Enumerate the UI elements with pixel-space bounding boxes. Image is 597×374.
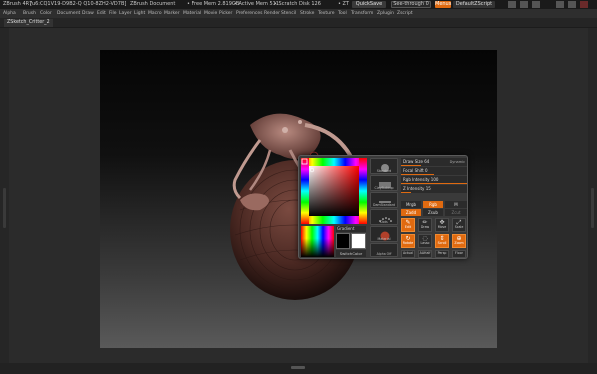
move-icon: ✥ bbox=[439, 219, 445, 226]
stroke-dots[interactable]: Dots bbox=[370, 209, 398, 225]
free-mem: • Free Mem 2.819GB bbox=[187, 1, 240, 7]
layout-icon[interactable] bbox=[520, 1, 528, 8]
scratch-disk: • Scratch Disk 126 bbox=[274, 1, 321, 7]
maximize-icon[interactable] bbox=[568, 1, 576, 8]
menu-zscript[interactable]: Zscript bbox=[397, 9, 413, 18]
main-color-swatch[interactable] bbox=[336, 233, 350, 249]
rotate-icon: ↻ bbox=[405, 235, 411, 242]
lasso-icon: ◌ bbox=[422, 235, 428, 242]
help-icon[interactable] bbox=[508, 1, 516, 8]
menu-picker[interactable]: Picker bbox=[219, 9, 232, 18]
app-title: ZBrush 4R7 bbox=[3, 1, 33, 7]
menu-render[interactable]: Render bbox=[264, 9, 280, 18]
scale-icon: ⤢ bbox=[456, 219, 462, 226]
active-mem: • Active Mem 511 bbox=[234, 1, 279, 7]
left-shelf-grip[interactable] bbox=[3, 188, 6, 228]
rgb-intensity-fill bbox=[401, 182, 467, 184]
persp-button[interactable]: Persp bbox=[435, 250, 449, 258]
brush-column: Standard ClayBuildup DamStandard Dots Ma… bbox=[369, 158, 399, 258]
brush-claybuildup[interactable]: ClayBuildup bbox=[370, 175, 398, 191]
rotate-button[interactable]: ↻ Rotate bbox=[401, 234, 415, 248]
zcut-toggle[interactable]: Zcut bbox=[445, 209, 467, 216]
menu-material[interactable]: Material bbox=[183, 9, 201, 18]
right-shelf-grip[interactable] bbox=[591, 188, 594, 228]
tab-active-tool[interactable]: ZSketch_Critter_2 bbox=[4, 19, 53, 27]
menus-button[interactable]: Menus bbox=[435, 1, 451, 8]
color-picker[interactable] bbox=[301, 158, 367, 224]
draw-size-fill bbox=[401, 164, 421, 166]
scroll-icon: ⇕ bbox=[439, 235, 445, 242]
menu-draw[interactable]: Draw bbox=[82, 9, 94, 18]
zsub-toggle[interactable]: Zsub bbox=[423, 209, 443, 216]
menu-movie[interactable]: Movie bbox=[204, 9, 217, 18]
mrgb-toggle[interactable]: Mrgb bbox=[401, 201, 421, 208]
tool-tab-bar: ZSketch_Critter_2 bbox=[0, 18, 597, 28]
menu-texture[interactable]: Texture bbox=[318, 9, 334, 18]
brush-damstandard[interactable]: DamStandard bbox=[370, 192, 398, 208]
menu-marker[interactable]: Marker bbox=[164, 9, 180, 18]
right-shelf bbox=[588, 28, 597, 374]
menu-stroke[interactable]: Stroke bbox=[300, 9, 314, 18]
draw-icon: ✏ bbox=[422, 219, 428, 226]
gradient-label[interactable]: Gradient bbox=[336, 226, 366, 232]
default-zscript-button[interactable]: DefaultZScript bbox=[453, 1, 495, 8]
alpha-off[interactable]: Alpha Off bbox=[370, 243, 398, 257]
menu-document[interactable]: Document bbox=[57, 9, 80, 18]
z-intensity-slider[interactable]: Z Intensity 15 bbox=[401, 185, 467, 193]
see-through-slider[interactable]: See-through 0 bbox=[391, 1, 431, 8]
menu-color[interactable]: Color bbox=[40, 9, 52, 18]
minimize-icon[interactable] bbox=[556, 1, 564, 8]
close-icon[interactable] bbox=[580, 1, 588, 8]
theme-icon[interactable] bbox=[532, 1, 540, 8]
material-swatch[interactable]: Material bbox=[370, 226, 398, 242]
zoom-icon: ⊕ bbox=[456, 235, 462, 242]
license-code: [u6:CQ1V19-D9B2-Q Q10-8ZH2-VD7B] bbox=[30, 1, 127, 7]
lasso-button[interactable]: ◌ Lasso bbox=[418, 234, 432, 248]
rgb-intensity-slider[interactable]: Rgb Intensity 100 bbox=[401, 176, 467, 184]
menu-brush[interactable]: Brush bbox=[23, 9, 36, 18]
actual-button[interactable]: Actual bbox=[401, 250, 415, 258]
menu-transform[interactable]: Transform bbox=[351, 9, 373, 18]
left-shelf bbox=[0, 28, 9, 374]
color-popup-palette: Gradient SwitchColor Standard ClayBuildu… bbox=[298, 155, 468, 259]
menu-light[interactable]: Light bbox=[134, 9, 145, 18]
edit-icon: ✎ bbox=[405, 219, 411, 226]
color-gradient-strip[interactable] bbox=[301, 226, 334, 257]
rgb-toggle[interactable]: Rgb bbox=[423, 201, 443, 208]
edit-button[interactable]: ✎ Edit bbox=[401, 218, 415, 232]
menu-alpha[interactable]: Alpha bbox=[3, 9, 16, 18]
dynamic-toggle[interactable]: Dynamic bbox=[450, 158, 465, 166]
focal-shift-slider[interactable]: Focal Shift 0 bbox=[401, 167, 467, 175]
menu-zplugin[interactable]: Zplugin bbox=[377, 9, 394, 18]
switch-color-button[interactable]: SwitchColor bbox=[336, 250, 366, 257]
focal-shift-fill bbox=[401, 173, 434, 175]
menu-edit[interactable]: Edit bbox=[97, 9, 106, 18]
z-intensity-fill bbox=[401, 191, 411, 193]
bottom-shelf-grip[interactable] bbox=[291, 366, 305, 369]
scroll-button[interactable]: ⇕ Scroll bbox=[435, 234, 449, 248]
m-toggle[interactable]: M bbox=[445, 201, 467, 208]
scale-button[interactable]: ⤢ Scale bbox=[452, 218, 466, 232]
aahalf-button[interactable]: AAHalf bbox=[418, 250, 432, 258]
menu-tool[interactable]: Tool bbox=[338, 9, 347, 18]
draw-size-slider[interactable]: Draw Size 64 Dynamic bbox=[401, 158, 467, 166]
draw-button[interactable]: ✏ Draw bbox=[418, 218, 432, 232]
zoom-button[interactable]: ⊕ Zoom bbox=[452, 234, 466, 248]
document-title: ZBrush Document bbox=[130, 1, 176, 7]
menu-preferences[interactable]: Preferences bbox=[236, 9, 262, 18]
menu-file[interactable]: File bbox=[109, 9, 117, 18]
secondary-color-swatch[interactable] bbox=[351, 233, 366, 249]
bottom-shelf bbox=[0, 363, 597, 374]
menu-bar: Alpha Brush Color Document Draw Edit Fil… bbox=[0, 9, 597, 18]
menu-macro[interactable]: Macro bbox=[148, 9, 162, 18]
extra-info: • ZT bbox=[338, 1, 350, 7]
quicksave-button[interactable]: QuickSave bbox=[352, 1, 386, 8]
menu-layer[interactable]: Layer bbox=[119, 9, 132, 18]
zadd-toggle[interactable]: Zadd bbox=[401, 209, 421, 216]
brush-standard[interactable]: Standard bbox=[370, 158, 398, 174]
floor-button[interactable]: Floor bbox=[452, 250, 466, 258]
move-button[interactable]: ✥ Move bbox=[435, 218, 449, 232]
menu-stencil[interactable]: Stencil bbox=[281, 9, 296, 18]
title-bar: ZBrush 4R7 [u6:CQ1V19-D9B2-Q Q10-8ZH2-VD… bbox=[0, 0, 597, 9]
